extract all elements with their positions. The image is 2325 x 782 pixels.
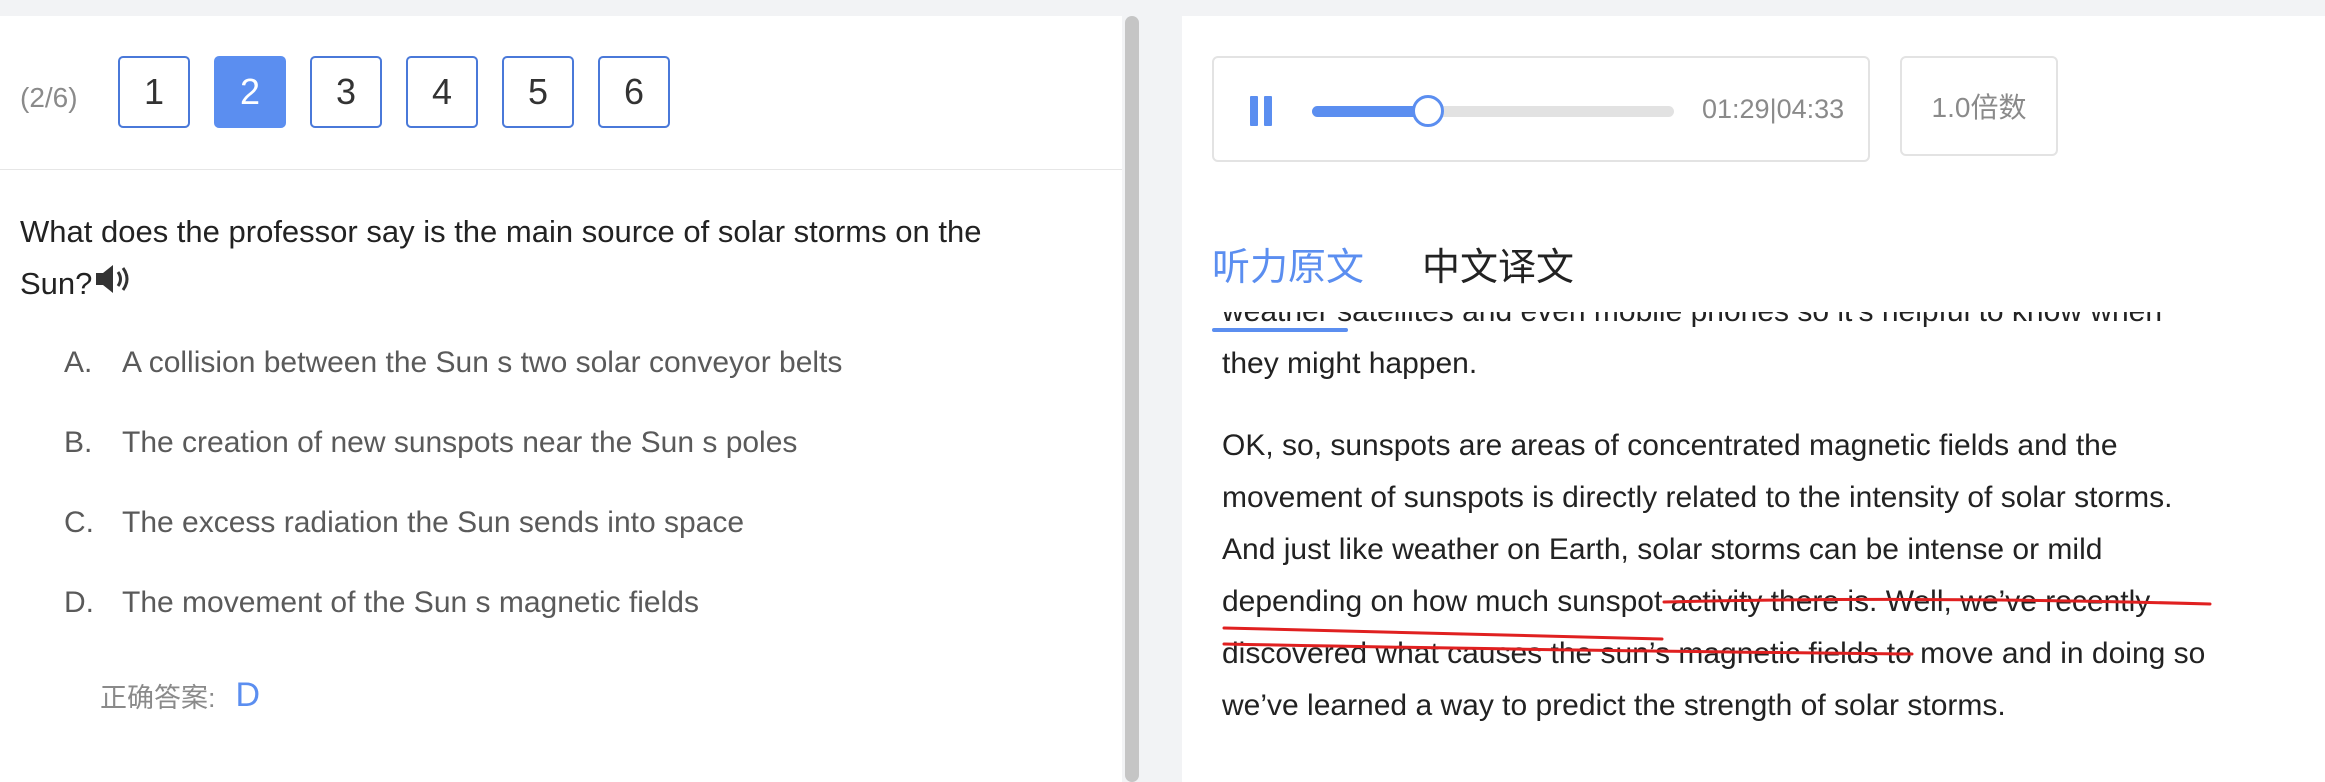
transcript-line: discovered what causes the sun’s magneti…: [1222, 637, 2206, 670]
panel-scrollbar[interactable]: [1122, 16, 1142, 782]
transcript-paragraph: OK, so, sunspots are areas of concentrat…: [1222, 420, 2292, 732]
pause-icon[interactable]: [1250, 96, 1274, 126]
transcript-text: weather satellites and even mobile phone…: [1222, 312, 2292, 782]
speaker-icon[interactable]: [94, 260, 134, 312]
option-letter: A.: [64, 346, 93, 379]
audio-player: 01:29|04:33: [1212, 56, 1870, 162]
correct-answer-label: 正确答案:: [100, 683, 216, 713]
question-panel: (2/6) 1 2 3 4 5 6 What does the professo…: [0, 16, 1122, 782]
transcript-line: we’ve learned a way to predict the stren…: [1222, 689, 2006, 722]
question-button-6[interactable]: 6: [598, 56, 670, 128]
transcript-line: And just like weather on Earth, solar st…: [1222, 533, 2103, 566]
option-text: A collision between the Sun s two solar …: [122, 346, 843, 379]
question-progress: (2/6): [20, 82, 78, 113]
transcript-panel: 01:29|04:33 1.0倍数 听力原文 中文译文 weather sate…: [1182, 16, 2325, 782]
option-text: The creation of new sunspots near the Su…: [122, 426, 798, 459]
transcript-line: weather satellites and even mobile phone…: [1222, 312, 2292, 338]
option-text: The movement of the Sun s magnetic field…: [122, 586, 699, 619]
playback-speed-button[interactable]: 1.0倍数: [1900, 56, 2058, 156]
audio-progress-track[interactable]: [1312, 95, 1674, 127]
answer-options: A. A collision between the Sun s two sol…: [64, 346, 842, 666]
scrollbar-thumb[interactable]: [1125, 16, 1139, 782]
question-button-5[interactable]: 5: [502, 56, 574, 128]
question-button-2[interactable]: 2: [214, 56, 286, 128]
transcript-line: depending on how much sunspot activity t…: [1222, 585, 2151, 618]
transcript-line: OK, so, sunspots are areas of concentrat…: [1222, 429, 2118, 462]
correct-answer-value: D: [235, 676, 261, 714]
option-a[interactable]: A. A collision between the Sun s two sol…: [64, 346, 842, 426]
question-nav: (2/6) 1 2 3 4 5 6: [0, 16, 1122, 170]
option-text: The excess radiation the Sun sends into …: [122, 506, 745, 539]
transcript-line: movement of sunspots is directly related…: [1222, 481, 2173, 514]
question-button-1[interactable]: 1: [118, 56, 190, 128]
question-button-3[interactable]: 3: [310, 56, 382, 128]
active-tab-indicator: [1212, 328, 1348, 332]
tab-chinese-translation[interactable]: 中文译文: [1422, 236, 1574, 291]
option-letter: C.: [64, 506, 94, 539]
audio-progress-fill: [1312, 106, 1428, 117]
audio-time: 01:29|04:33: [1702, 94, 1845, 124]
correct-answer: 正确答案: D: [100, 676, 260, 715]
tab-original-text[interactable]: 听力原文: [1212, 236, 1364, 291]
option-letter: D.: [64, 586, 94, 619]
question-button-4[interactable]: 4: [406, 56, 478, 128]
transcript-paragraph: weather satellites and even mobile phone…: [1222, 312, 2292, 390]
transcript-line: they might happen.: [1222, 347, 1478, 380]
option-letter: B.: [64, 426, 93, 459]
option-c[interactable]: C. The excess radiation the Sun sends in…: [64, 506, 842, 586]
question-text-block: What does the professor say is the main …: [20, 206, 1060, 312]
option-b[interactable]: B. The creation of new sunspots near the…: [64, 426, 842, 506]
option-d[interactable]: D. The movement of the Sun s magnetic fi…: [64, 586, 842, 666]
audio-progress-handle[interactable]: [1411, 95, 1444, 127]
question-text: What does the professor say is the main …: [20, 214, 982, 301]
